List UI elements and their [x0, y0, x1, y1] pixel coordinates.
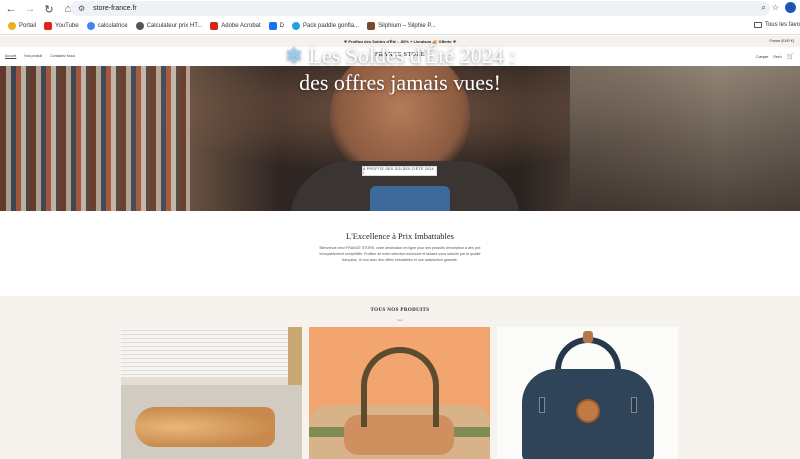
intro-text: Bienvenue chez FRANCE STORE, votre desti… — [319, 246, 481, 262]
site-info-icon[interactable]: ⚙ — [78, 4, 85, 13]
radiator-shape — [121, 327, 302, 377]
products-section: TOUS NOS PRODUITS Voir — [0, 296, 800, 459]
acrobat-icon — [210, 22, 219, 30]
google-icon — [86, 22, 95, 30]
products-view-link[interactable]: Voir — [0, 318, 800, 322]
bookmark-silphium[interactable]: Silphium – Silphie P... — [367, 22, 436, 30]
hero-title-line1: Les Soldes d'Été 2024 : — [308, 43, 516, 68]
address-bar[interactable]: ⚙ store-france.fr — [70, 1, 770, 16]
zoom-icon[interactable]: ⌕ — [761, 3, 765, 13]
products-title: TOUS NOS PRODUITS — [370, 308, 430, 313]
apron-shape — [370, 186, 450, 211]
bag-buckle-left — [539, 397, 545, 413]
youtube-icon — [44, 22, 53, 30]
star-icon[interactable]: ☆ — [772, 3, 779, 12]
dog-shape — [135, 407, 275, 447]
bookmark-d[interactable]: D — [268, 22, 284, 30]
product-card-dog-bed[interactable] — [121, 327, 302, 459]
avatar[interactable]: A — [785, 2, 796, 13]
all-bookmarks-button[interactable]: Tous les favo — [753, 22, 800, 28]
folder-icon — [753, 22, 762, 28]
forward-icon[interactable]: → — [22, 1, 38, 17]
url-text: store-france.fr — [93, 5, 137, 12]
bookmark-acrobat[interactable]: Adobe Acrobat — [210, 22, 261, 30]
bookmark-calculateur[interactable]: Calculateur prix HT... — [135, 22, 202, 30]
back-icon[interactable]: ← — [3, 1, 19, 17]
seat-handle-shape — [361, 347, 439, 427]
intro-title: L'Excellence à Prix Imbattables — [346, 231, 454, 241]
bookmark-paddle[interactable]: Pack paddle gonfla... — [292, 22, 359, 30]
bookmark-calculatrice[interactable]: calculatrice — [86, 22, 128, 30]
reload-icon[interactable]: ↻ — [41, 1, 57, 17]
hero-title: ❄ Les Soldes d'Été 2024 : des offres jam… — [0, 42, 800, 96]
bag-tab-shape — [583, 331, 593, 343]
intro-section: L'Excellence à Prix Imbattables Bienvenu… — [0, 211, 800, 296]
plant-icon — [367, 22, 376, 30]
bookmark-portail[interactable]: Portail — [8, 22, 36, 30]
product-card-car-seat[interactable] — [309, 327, 490, 459]
sunflower-icon — [8, 22, 16, 30]
paddle-icon — [292, 22, 301, 30]
product-card-backpack[interactable] — [497, 327, 678, 459]
browser-toolbar: ← → ↻ ⌂ ⚙ store-france.fr ⌕ ☆ A — [0, 0, 800, 18]
bag-buckle-right — [631, 397, 637, 413]
doc-icon — [268, 22, 277, 30]
bag-logo-patch — [576, 399, 600, 423]
bookmark-youtube[interactable]: YouTube — [44, 22, 79, 30]
globe-icon — [135, 22, 144, 30]
hero-cta-button[interactable]: À PROFITE DES SOLDES D'ÉTÉ 2024 ! — [362, 166, 437, 176]
snowflake-icon: ❄ — [284, 43, 304, 68]
hero-title-line2: des offres jamais vues! — [299, 70, 501, 95]
bookmarks-bar: Portail YouTube calculatrice Calculateur… — [0, 18, 800, 35]
